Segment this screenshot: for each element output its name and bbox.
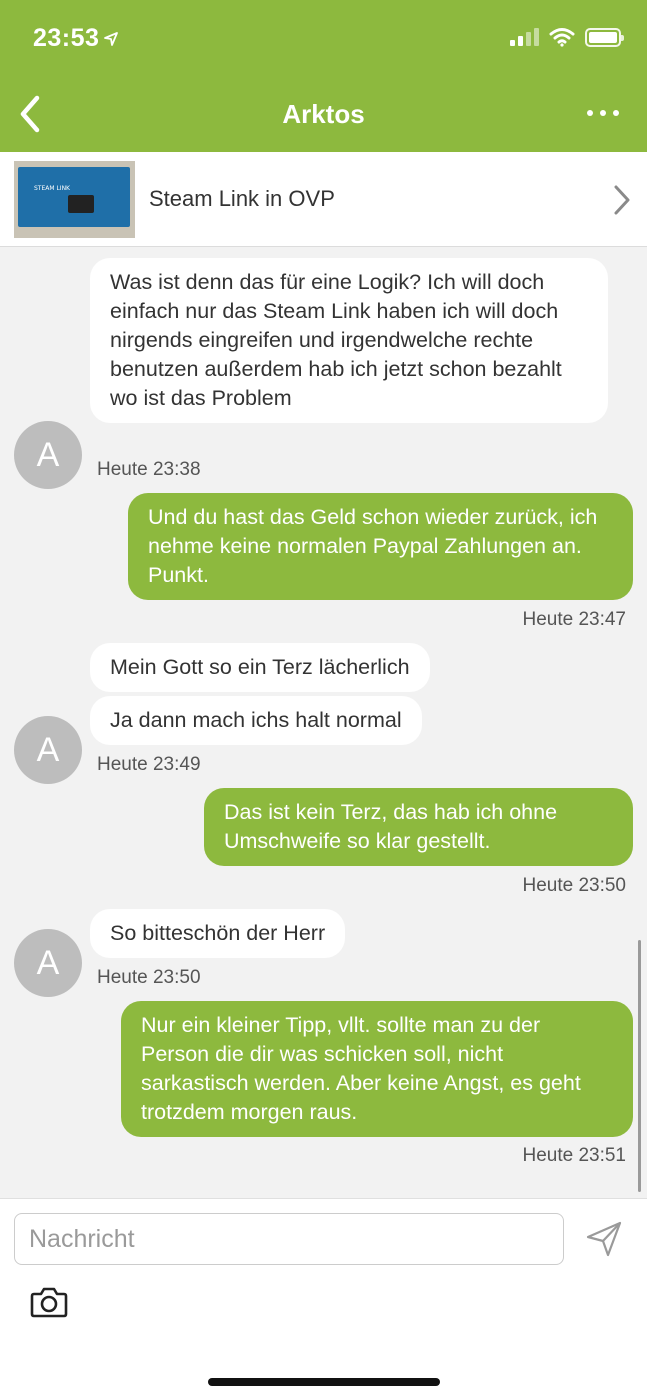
more-dots-icon [587, 110, 593, 116]
wifi-icon [549, 28, 575, 47]
listing-thumbnail: STEAM LINK [14, 161, 135, 238]
message-bubble-outgoing: Nur ein kleiner Tipp, vllt. sollte man z… [121, 1001, 633, 1137]
message-bubble-incoming: Mein Gott so ein Terz lächerlich [90, 643, 430, 692]
message-timestamp: Heute 23:50 [97, 967, 201, 988]
send-button[interactable] [584, 1219, 624, 1264]
avatar[interactable]: A [14, 929, 82, 997]
message-bubble-outgoing: Und du hast das Geld schon wieder zurück… [128, 493, 633, 600]
message-list[interactable]: Was ist denn das für eine Logik? Ich wil… [0, 248, 647, 1198]
message-bubble-incoming: Was ist denn das für eine Logik? Ich wil… [90, 258, 608, 423]
avatar[interactable]: A [14, 716, 82, 784]
message-timestamp: Heute 23:47 [522, 609, 626, 630]
message-bubble-incoming: Ja dann mach ichs halt normal [90, 696, 422, 745]
more-options-button[interactable] [587, 104, 619, 122]
message-scrollbar[interactable] [638, 940, 641, 1192]
camera-button[interactable] [30, 1285, 68, 1324]
signal-icon [510, 28, 539, 46]
avatar[interactable]: A [14, 421, 82, 489]
thumbnail-box-label: STEAM LINK [34, 185, 70, 192]
message-composer [0, 1198, 647, 1400]
send-icon [586, 1221, 622, 1257]
status-bar-time: 23:53 [33, 24, 119, 53]
message-bubble-incoming: So bitteschön der Herr [90, 909, 346, 958]
battery-icon [585, 27, 624, 47]
message-timestamp: Heute 23:51 [522, 1145, 626, 1166]
listing-title: Steam Link in OVP [149, 186, 335, 211]
chevron-right-icon [614, 185, 630, 215]
listing-preview[interactable]: STEAM LINK Steam Link in OVP [0, 152, 647, 247]
location-arrow-icon [104, 31, 119, 46]
chat-partner-title: Arktos [282, 99, 365, 129]
message-timestamp: Heute 23:38 [97, 459, 201, 480]
status-bar-indicators [510, 27, 624, 47]
message-timestamp: Heute 23:49 [97, 754, 201, 775]
status-time-text: 23:53 [33, 24, 100, 52]
camera-icon [30, 1287, 68, 1318]
app-header: 23:53 Arktos [0, 0, 647, 152]
message-timestamp: Heute 23:50 [522, 875, 626, 896]
message-input[interactable] [14, 1213, 564, 1265]
home-indicator [208, 1378, 440, 1386]
message-bubble-outgoing: Das ist kein Terz, das hab ich ohne Umsc… [204, 788, 633, 866]
